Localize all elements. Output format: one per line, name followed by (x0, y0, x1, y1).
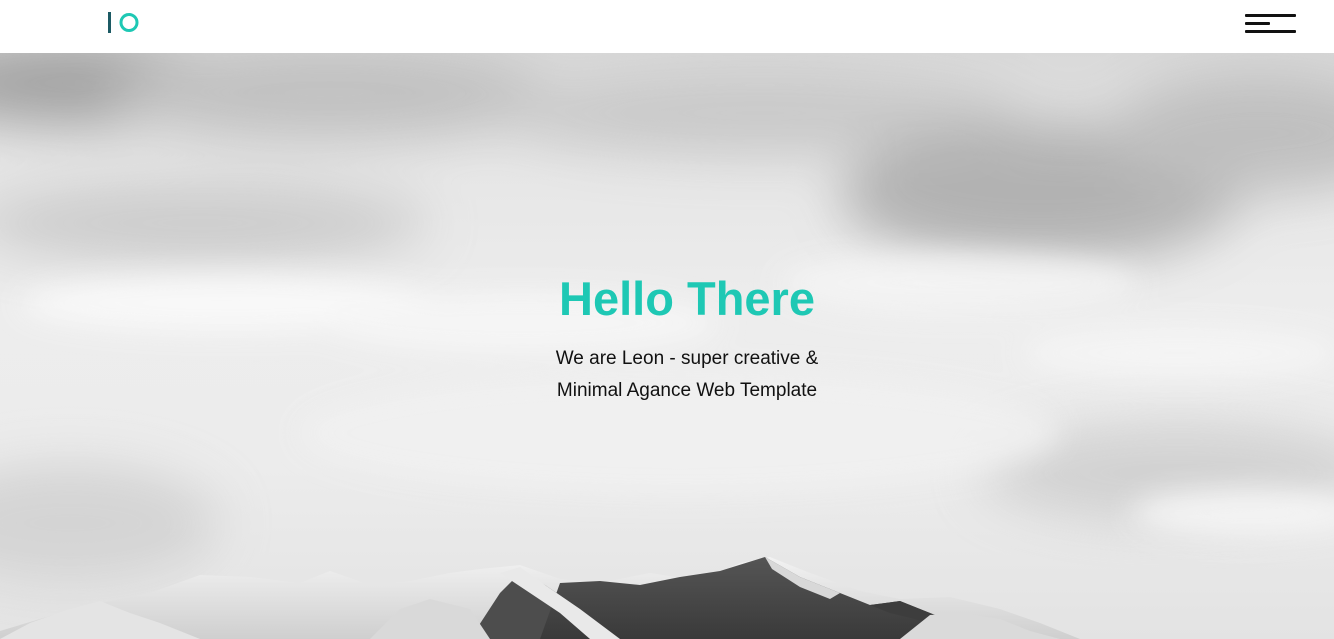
logo-link[interactable] (107, 11, 141, 34)
page: Hello There We are Leon - super creative… (0, 0, 1334, 639)
io-logo-icon (108, 12, 139, 33)
hero-subtitle-line-2: Minimal Agance Web Template (556, 380, 818, 401)
menu-bar-bottom (1245, 30, 1296, 33)
site-header (0, 0, 1334, 53)
menu-button[interactable] (1242, 12, 1296, 36)
menu-bar-top (1245, 14, 1296, 17)
hero-content: Hello There We are Leon - super creative… (0, 271, 1334, 407)
hero-section: Hello There We are Leon - super creative… (0, 53, 1334, 639)
hero-title: Hello There (559, 272, 815, 325)
hero-subtitle-line-1: We are Leon - super creative & (555, 348, 819, 369)
menu-bar-middle (1245, 22, 1270, 25)
hero-subtitle: We are Leon - super creative & Minimal A… (0, 343, 1334, 407)
